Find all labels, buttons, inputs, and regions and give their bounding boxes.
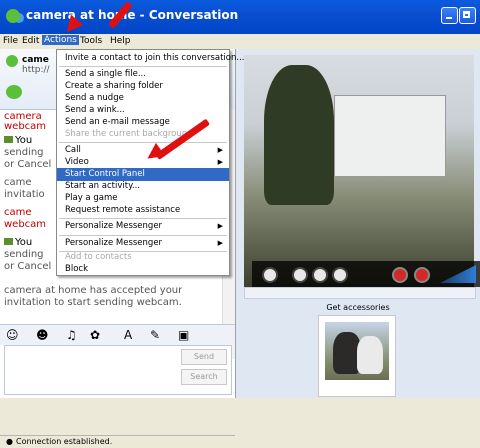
- menu-separator: [59, 66, 227, 67]
- volume-icon[interactable]: [440, 265, 476, 283]
- nudge-icon[interactable]: ✿: [90, 328, 100, 342]
- emoticon-icon[interactable]: ☺: [6, 328, 19, 342]
- chat-line: came: [4, 177, 32, 188]
- contact-url[interactable]: http://: [22, 65, 50, 75]
- menu-item-label: Personalize Messenger: [65, 238, 163, 248]
- message-icon: [4, 136, 13, 143]
- zoom-icon[interactable]: [262, 267, 278, 283]
- stop-icon[interactable]: [312, 267, 328, 283]
- end-call-icon[interactable]: [392, 267, 408, 283]
- font-icon[interactable]: A: [124, 328, 132, 342]
- chat-line: sending: [4, 249, 44, 260]
- chat-line: or Cancel: [4, 261, 52, 272]
- actions-menu: Invite a contact to join this conversati…: [56, 49, 244, 276]
- chat-line: or Cancel: [4, 159, 52, 170]
- menu-file[interactable]: File: [3, 36, 18, 46]
- stop-webcam-icon[interactable]: [414, 267, 430, 283]
- menu-item-remote-assistance[interactable]: Request remote assistance: [57, 204, 229, 217]
- wink-icon[interactable]: ☻: [36, 328, 49, 342]
- maximize-button[interactable]: [459, 7, 476, 24]
- contacts-icon[interactable]: [6, 85, 22, 99]
- chat-line: You: [15, 237, 33, 248]
- status-bar: ● Connection established.: [0, 435, 235, 448]
- messenger-icon: [6, 9, 20, 23]
- submenu-arrow-icon: ▶: [217, 239, 223, 247]
- webcam-pane: Get accessories: [236, 49, 480, 398]
- status-icon: ●: [6, 437, 13, 446]
- menu-item-block[interactable]: Block: [57, 263, 229, 276]
- message-icon: [4, 238, 13, 245]
- menu-item-label: Call: [65, 145, 81, 155]
- webcam-toolbar[interactable]: [244, 287, 476, 299]
- video-house: [334, 95, 446, 177]
- window-title: camera at home - Conversation: [26, 8, 239, 22]
- compose-toolbar: ☺ ☻ ♫ ✿ A ✎ ▣: [0, 324, 235, 345]
- minimize-button[interactable]: [441, 7, 458, 24]
- contact-status-icon: [6, 55, 18, 67]
- background-icon[interactable]: ▣: [178, 328, 189, 342]
- menu-item-personalize-2[interactable]: Personalize Messenger ▶: [57, 237, 229, 250]
- record-icon[interactable]: [332, 267, 348, 283]
- menu-item-label: Personalize Messenger: [65, 221, 163, 231]
- menu-tools[interactable]: Tools: [80, 36, 102, 46]
- display-photo: [325, 322, 389, 380]
- chat-line: sending: [4, 147, 44, 158]
- menu-item-invite[interactable]: Invite a contact to join this conversati…: [57, 52, 244, 65]
- horse-white: [357, 336, 383, 374]
- chat-line: webcam: [4, 121, 47, 132]
- menu-item-share-background: Share the current background: [65, 129, 193, 139]
- menu-separator: [59, 142, 227, 143]
- voice-clip-icon[interactable]: ♫: [66, 328, 77, 342]
- chat-line: camera at home has accepted your: [4, 285, 183, 296]
- menu-edit[interactable]: Edit: [22, 36, 39, 46]
- chat-line: webcam: [4, 219, 47, 230]
- pause-icon[interactable]: [292, 267, 308, 283]
- chat-line: came: [4, 207, 32, 218]
- chat-line: You: [15, 135, 33, 146]
- send-button[interactable]: Send: [181, 349, 227, 365]
- menu-item-label: Video: [65, 157, 89, 167]
- status-text: Connection established.: [16, 437, 113, 446]
- video-controls: [252, 261, 480, 287]
- menu-separator: [59, 218, 227, 219]
- video-tree: [264, 65, 334, 205]
- pencil-icon[interactable]: ✎: [150, 328, 160, 342]
- chat-line: invitatio: [4, 189, 45, 200]
- contact-name: came: [22, 55, 49, 65]
- get-accessories-label[interactable]: Get accessories: [236, 303, 480, 312]
- menu-separator: [59, 235, 227, 236]
- search-button[interactable]: Search: [181, 369, 227, 385]
- webcam-video: [244, 55, 480, 287]
- menu-help[interactable]: Help: [110, 36, 131, 46]
- menu-item-personalize[interactable]: Personalize Messenger ▶: [57, 220, 229, 233]
- submenu-arrow-icon: ▶: [217, 222, 223, 230]
- display-picture[interactable]: [318, 315, 396, 397]
- chat-line: invitation to start sending webcam.: [4, 297, 182, 308]
